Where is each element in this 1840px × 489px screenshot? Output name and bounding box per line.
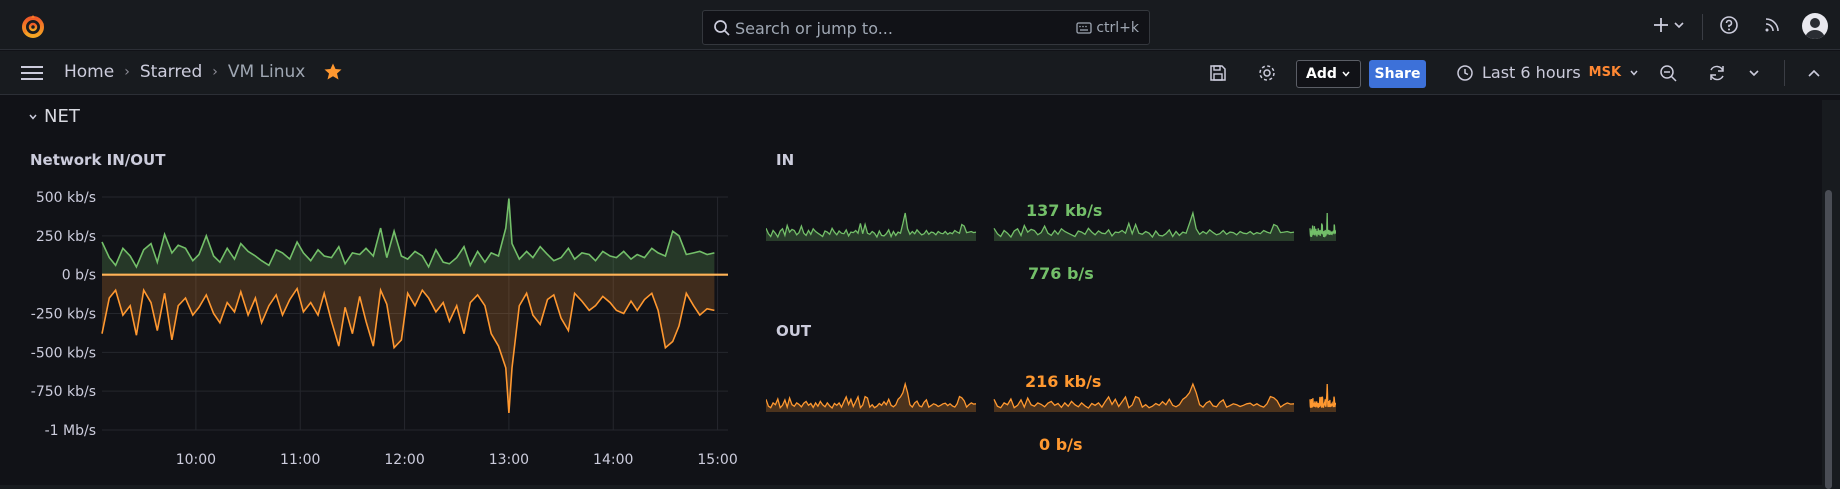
hamburger-menu-icon[interactable] [20,64,44,82]
sparkline-area [766,384,976,412]
y-tick-label: -750 kb/s [31,384,96,400]
y-tick-label: 500 kb/s [36,190,96,206]
divider [1784,60,1785,86]
in-stat-value-secondary: 776 b/s [1028,264,1094,283]
search-input[interactable]: Search or jump to... [735,19,893,38]
chevron-down-icon [1342,71,1350,77]
top-navbar: Search or jump to... ctrl+k [0,0,1840,50]
panel-title-in[interactable]: IN [776,151,794,169]
chevron-down-icon[interactable] [1672,14,1686,36]
keyboard-icon [1076,22,1092,34]
shortcut-label: ctrl+k [1096,20,1139,36]
scrollbar-thumb[interactable] [1825,190,1832,489]
grafana-logo-icon[interactable] [20,14,46,40]
user-avatar-icon[interactable] [1802,13,1828,39]
breadcrumb: Home › Starred › VM Linux [64,62,343,82]
search-icon [714,20,730,36]
y-tick-label: 0 b/s [62,268,96,284]
refresh-icon[interactable] [1707,63,1727,83]
panel-title-out[interactable]: OUT [776,322,811,340]
chevron-up-icon[interactable] [1804,63,1824,83]
network-chart: 500 kb/s 250 kb/s 0 b/s -250 kb/s -500 kb/s -… [31,190,738,468]
time-range-picker[interactable]: Last 6 hours MSK [1456,63,1639,82]
search-bar[interactable]: Search or jump to... ctrl+k [702,10,1150,45]
x-tick-label: 10:00 [176,452,216,468]
out-stat-value-secondary: 0 b/s [1039,435,1083,454]
gear-icon[interactable] [1257,63,1277,83]
breadcrumb-starred[interactable]: Starred [140,62,202,82]
series-area [102,198,715,275]
add-button-label: Add [1306,66,1337,82]
x-tick-label: 15:00 [697,452,737,468]
search-shortcut: ctrl+k [1076,20,1139,36]
clock-icon [1457,64,1473,81]
breadcrumb-separator: › [212,64,218,80]
divider [1702,14,1703,40]
bottom-border [0,485,1822,489]
x-tick-label: 11:00 [280,452,320,468]
time-range-label: Last 6 hours [1482,63,1581,82]
timezone-badge: MSK [1588,65,1622,80]
help-icon[interactable] [1718,14,1740,36]
zoom-out-icon[interactable] [1658,63,1678,83]
share-button[interactable]: Share [1369,60,1426,88]
y-tick-label: -250 kb/s [31,307,96,323]
save-icon[interactable] [1208,63,1228,83]
refresh-interval-chevron-icon[interactable] [1747,63,1761,83]
in-stat-value: 137 kb/s [1026,201,1103,220]
plus-icon[interactable] [1650,14,1672,36]
chevron-down-icon [1630,70,1638,76]
dashboard-toolbar: Home › Starred › VM Linux Add Share Last… [0,51,1840,95]
rss-icon[interactable] [1761,14,1783,36]
x-tick-label: 12:00 [384,452,424,468]
row-header[interactable]: NET [28,106,80,127]
sparkline-line [1309,383,1336,409]
sparkline-area [766,213,976,241]
y-tick-label: -500 kb/s [31,345,96,361]
breadcrumb-current: VM Linux [227,62,306,82]
star-icon[interactable] [323,62,343,82]
x-tick-label: 13:00 [489,452,529,468]
x-tick-label: 14:00 [593,452,633,468]
y-tick-label: -1 Mb/s [45,423,96,439]
sparkline-line [1309,212,1336,238]
out-stat-value: 216 kb/s [1025,372,1102,391]
add-button[interactable]: Add [1296,60,1361,88]
y-tick-label: 250 kb/s [36,229,96,245]
chevron-down-icon [29,114,37,120]
row-title: NET [44,106,80,127]
breadcrumb-separator: › [124,64,130,80]
panel-title[interactable]: Network IN/OUT [30,151,165,169]
breadcrumb-home[interactable]: Home [64,62,114,82]
